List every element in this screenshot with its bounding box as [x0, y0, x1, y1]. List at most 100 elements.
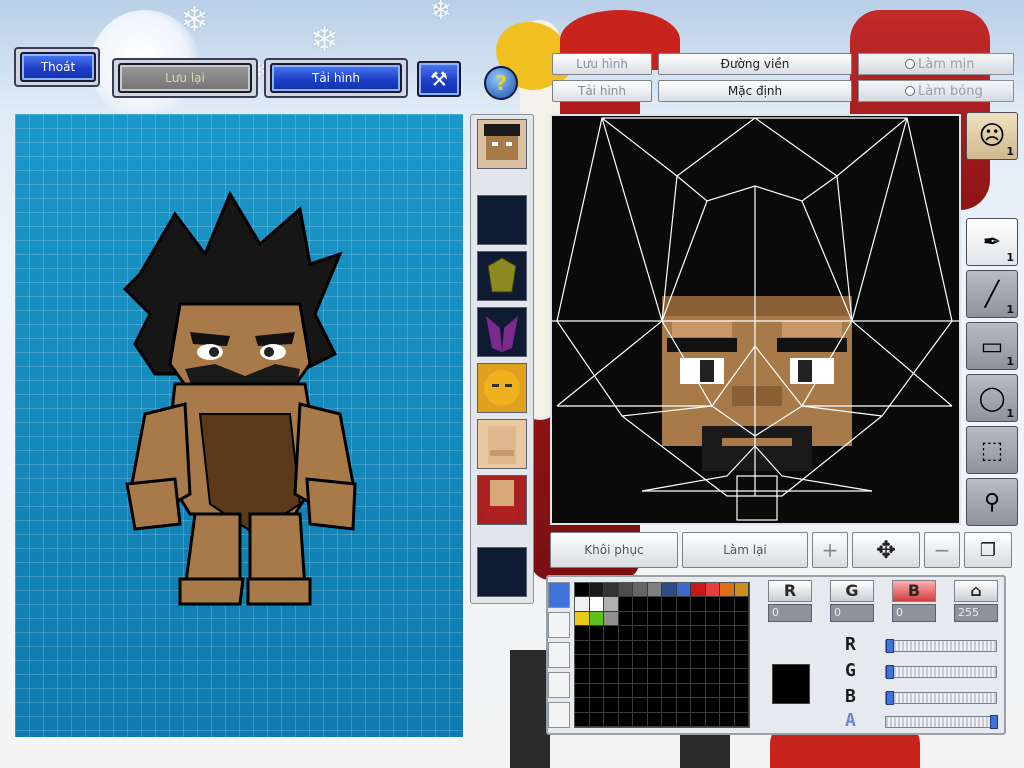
- color-swatch[interactable]: [691, 654, 706, 670]
- color-swatch[interactable]: [734, 683, 749, 699]
- color-swatch[interactable]: [618, 611, 633, 627]
- color-swatch[interactable]: [575, 683, 590, 699]
- save-image-button[interactable]: Lưu hình: [552, 53, 652, 75]
- color-swatch[interactable]: [604, 698, 619, 713]
- color-swatch[interactable]: [705, 640, 720, 655]
- color-swatch[interactable]: [575, 611, 590, 627]
- color-swatch[interactable]: [691, 683, 706, 699]
- pen-tool[interactable]: ✒ 1: [966, 218, 1018, 266]
- color-swatch[interactable]: [734, 597, 749, 612]
- part-slot-empty[interactable]: [477, 547, 527, 597]
- head-preview-tool[interactable]: ☹ 1: [966, 112, 1018, 160]
- color-swatch[interactable]: [647, 712, 662, 727]
- part-slot-body[interactable]: [477, 475, 527, 525]
- color-swatch[interactable]: [720, 669, 735, 684]
- color-swatch[interactable]: [720, 712, 735, 727]
- color-swatch[interactable]: [604, 683, 619, 699]
- part-slot-head[interactable]: [477, 119, 527, 169]
- gloss-radio[interactable]: Làm bóng: [858, 80, 1014, 102]
- color-swatch[interactable]: [633, 683, 648, 699]
- g-slider-knob[interactable]: [886, 665, 894, 679]
- color-swatch[interactable]: [720, 654, 735, 670]
- color-swatch[interactable]: [589, 583, 604, 598]
- part-slot-face[interactable]: [477, 363, 527, 413]
- color-swatch[interactable]: [618, 626, 633, 641]
- color-swatch[interactable]: [734, 611, 749, 627]
- g-slider[interactable]: [885, 665, 997, 679]
- color-swatch[interactable]: [604, 626, 619, 641]
- color-swatch[interactable]: [575, 698, 590, 713]
- color-swatch[interactable]: [691, 640, 706, 655]
- color-swatch[interactable]: [604, 597, 619, 612]
- color-swatch[interactable]: [575, 654, 590, 670]
- color-swatch[interactable]: [720, 640, 735, 655]
- color-swatch[interactable]: [589, 698, 604, 713]
- g-value-field[interactable]: 0: [830, 604, 874, 622]
- color-swatch[interactable]: [647, 669, 662, 684]
- color-swatch[interactable]: [604, 640, 619, 655]
- part-slot-wings[interactable]: [477, 307, 527, 357]
- hammer-button[interactable]: ⚒: [417, 61, 461, 97]
- color-swatch[interactable]: [705, 611, 720, 627]
- color-swatch[interactable]: [662, 626, 677, 641]
- color-swatch[interactable]: [633, 611, 648, 627]
- color-swatch[interactable]: [589, 669, 604, 684]
- zoom-in-button[interactable]: +: [812, 532, 848, 568]
- color-swatch[interactable]: [662, 597, 677, 612]
- line-tool[interactable]: ╱ 1: [966, 270, 1018, 318]
- color-swatch[interactable]: [691, 626, 706, 641]
- color-swatch[interactable]: [691, 698, 706, 713]
- color-swatch[interactable]: [647, 683, 662, 699]
- color-swatch[interactable]: [647, 698, 662, 713]
- color-swatch[interactable]: [734, 669, 749, 684]
- part-slot-skin[interactable]: [477, 419, 527, 469]
- smooth-radio[interactable]: Làm mịn: [858, 53, 1014, 75]
- color-swatch[interactable]: [604, 654, 619, 670]
- palette-tab[interactable]: [548, 702, 570, 728]
- palette-tab[interactable]: [548, 582, 570, 608]
- color-swatch[interactable]: [705, 597, 720, 612]
- color-swatch[interactable]: [589, 611, 604, 627]
- alpha-slider[interactable]: [885, 715, 998, 729]
- zoom-out-button[interactable]: −: [924, 532, 960, 568]
- color-swatch[interactable]: [604, 669, 619, 684]
- b-slider[interactable]: [885, 691, 997, 705]
- redo-button[interactable]: Làm lại: [682, 532, 808, 568]
- alpha-slider-knob[interactable]: [990, 715, 998, 729]
- color-swatch[interactable]: [734, 583, 749, 598]
- pixel-editor-canvas[interactable]: [550, 114, 961, 525]
- color-swatch[interactable]: [618, 654, 633, 670]
- r-slider-knob[interactable]: [886, 639, 894, 653]
- color-swatch[interactable]: [647, 654, 662, 670]
- color-swatch[interactable]: [575, 583, 590, 598]
- color-swatch[interactable]: [720, 698, 735, 713]
- color-swatch[interactable]: [662, 654, 677, 670]
- color-swatch[interactable]: [589, 683, 604, 699]
- color-swatch[interactable]: [676, 683, 691, 699]
- color-swatch[interactable]: [618, 597, 633, 612]
- color-swatch[interactable]: [633, 583, 648, 598]
- alpha-value-field[interactable]: 255: [954, 604, 998, 622]
- color-swatch[interactable]: [618, 698, 633, 713]
- color-swatch[interactable]: [720, 683, 735, 699]
- color-swatch[interactable]: [691, 583, 706, 598]
- color-swatch[interactable]: [676, 698, 691, 713]
- color-swatch[interactable]: [676, 611, 691, 627]
- default-button[interactable]: Mặc định: [658, 80, 852, 102]
- color-swatch[interactable]: [575, 640, 590, 655]
- color-swatch[interactable]: [633, 698, 648, 713]
- color-swatch[interactable]: [676, 640, 691, 655]
- color-swatch[interactable]: [589, 712, 604, 727]
- r-slider[interactable]: [885, 639, 997, 653]
- color-swatch[interactable]: [691, 712, 706, 727]
- color-swatch[interactable]: [662, 712, 677, 727]
- exit-button[interactable]: Thoát: [20, 52, 96, 82]
- color-swatch[interactable]: [734, 654, 749, 670]
- color-swatch[interactable]: [589, 640, 604, 655]
- palette-tab[interactable]: [548, 642, 570, 668]
- color-swatch[interactable]: [705, 654, 720, 670]
- color-swatch[interactable]: [734, 698, 749, 713]
- restore-button[interactable]: Khôi phục: [550, 532, 678, 568]
- color-swatch[interactable]: [662, 669, 677, 684]
- window-button[interactable]: ❐: [964, 532, 1012, 568]
